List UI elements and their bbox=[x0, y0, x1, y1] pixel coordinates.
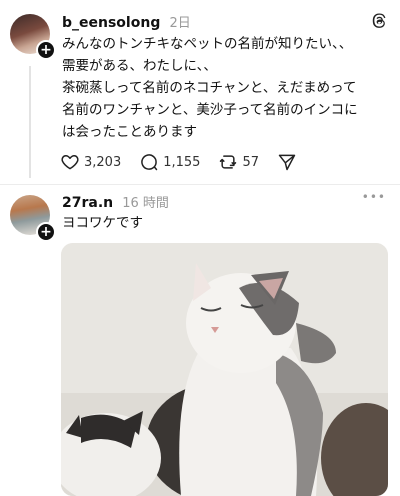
send-icon bbox=[278, 154, 296, 171]
post-line: 需要がある、わたしに、、 bbox=[62, 58, 217, 74]
comment-icon bbox=[141, 154, 158, 171]
heart-icon bbox=[61, 155, 79, 170]
post-image[interactable] bbox=[61, 243, 388, 496]
repost-button[interactable]: 57 bbox=[218, 152, 259, 172]
post-line: 名前のワンチャンと、美沙子って名前のインコに bbox=[62, 102, 358, 118]
post-line: みんなのトンチキなペットの名前が知りたい、、 bbox=[62, 36, 353, 52]
threads-logo-icon[interactable] bbox=[370, 12, 388, 34]
like-count: 3,203 bbox=[84, 154, 122, 170]
divider bbox=[0, 184, 400, 185]
thread-line bbox=[29, 66, 31, 178]
more-options-icon[interactable]: ••• bbox=[362, 190, 386, 204]
repost-icon bbox=[220, 155, 237, 169]
post-actions: 3,203 1,155 57 bbox=[60, 152, 319, 172]
timestamp: 2日 bbox=[169, 16, 191, 31]
share-button[interactable] bbox=[277, 152, 301, 172]
comment-count: 1,155 bbox=[163, 154, 201, 170]
post-line: は会ったことあります bbox=[62, 124, 197, 140]
repost-count: 57 bbox=[242, 154, 259, 170]
comment-button[interactable]: 1,155 bbox=[139, 152, 200, 172]
follow-plus-icon[interactable]: + bbox=[36, 40, 56, 60]
username[interactable]: b_eensolong bbox=[62, 15, 160, 31]
post-body: みんなのトンチキなペットの名前が知りたい、、 需要がある、わたしに、、 茶碗蒸し… bbox=[62, 33, 358, 143]
cat-photo bbox=[61, 243, 388, 496]
post-header: 27ra.n 16 時間 bbox=[62, 192, 169, 211]
post-body: ヨコワケです bbox=[62, 215, 143, 231]
post-header: b_eensolong 2日 bbox=[62, 12, 191, 31]
post-line: 茶碗蒸しって名前のネコチャンと、えだまめって bbox=[62, 80, 357, 96]
timestamp: 16 時間 bbox=[122, 196, 169, 211]
username[interactable]: 27ra.n bbox=[62, 195, 113, 211]
follow-plus-icon[interactable]: + bbox=[36, 222, 56, 242]
like-button[interactable]: 3,203 bbox=[60, 152, 121, 172]
